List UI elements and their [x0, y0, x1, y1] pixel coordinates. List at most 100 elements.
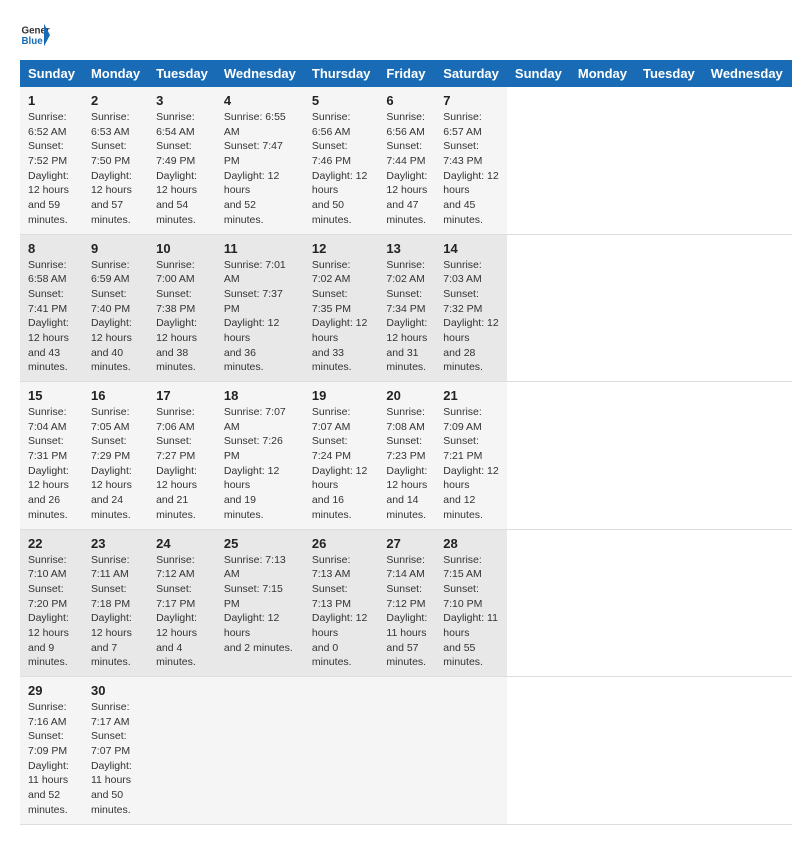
day-info: Sunrise: 7:12 AMSunset: 7:17 PMDaylight:… — [156, 553, 208, 671]
page-header: General Blue — [20, 20, 772, 50]
calendar-cell — [435, 677, 507, 825]
calendar-header-row: SundayMondayTuesdayWednesdayThursdayFrid… — [20, 60, 792, 87]
calendar-cell: 27 Sunrise: 7:14 AMSunset: 7:12 PMDayligh… — [378, 529, 435, 677]
day-number: 30 — [91, 683, 140, 698]
header-tuesday: Tuesday — [148, 60, 216, 87]
calendar-cell: 29Sunrise: 7:16 AMSunset: 7:09 PMDayligh… — [20, 677, 83, 825]
day-number: 23 — [91, 536, 140, 551]
day-info: Sunrise: 6:56 AMSunset: 7:46 PMDaylight:… — [312, 110, 371, 228]
calendar-cell: 15 Sunrise: 7:04 AMSunset: 7:31 PMDayligh… — [20, 382, 83, 530]
calendar-cell: 13 Sunrise: 7:02 AMSunset: 7:34 PMDayligh… — [378, 234, 435, 382]
calendar-cell: 24 Sunrise: 7:12 AMSunset: 7:17 PMDayligh… — [148, 529, 216, 677]
calendar-cell: 17 Sunrise: 7:06 AMSunset: 7:27 PMDayligh… — [148, 382, 216, 530]
day-number: 19 — [312, 388, 371, 403]
day-info: Sunrise: 6:56 AMSunset: 7:44 PMDaylight:… — [386, 110, 427, 228]
calendar-cell: 25 Sunrise: 7:13 AMSunset: 7:15 PMDayligh… — [216, 529, 304, 677]
day-info: Sunrise: 7:07 AMSunset: 7:26 PMDaylight:… — [224, 405, 296, 523]
calendar-cell: 8 Sunrise: 6:58 AMSunset: 7:41 PMDaylight… — [20, 234, 83, 382]
svg-text:Blue: Blue — [22, 36, 44, 47]
day-info: Sunrise: 6:55 AMSunset: 7:47 PMDaylight:… — [224, 110, 296, 228]
calendar-cell — [148, 677, 216, 825]
calendar-cell: 30 Sunrise: 7:17 AMSunset: 7:07 PMDayligh… — [83, 677, 148, 825]
day-info: Sunrise: 7:04 AMSunset: 7:31 PMDaylight:… — [28, 405, 75, 523]
header-saturday: Saturday — [435, 60, 507, 87]
day-number: 28 — [443, 536, 499, 551]
day-info: Sunrise: 6:53 AMSunset: 7:50 PMDaylight:… — [91, 110, 140, 228]
calendar-cell: 1Sunrise: 6:52 AMSunset: 7:52 PMDaylight… — [20, 87, 83, 234]
calendar-week-row: 29Sunrise: 7:16 AMSunset: 7:09 PMDayligh… — [20, 677, 792, 825]
day-number: 13 — [386, 241, 427, 256]
day-number: 10 — [156, 241, 208, 256]
day-info: Sunrise: 7:16 AMSunset: 7:09 PMDaylight:… — [28, 700, 75, 818]
day-number: 22 — [28, 536, 75, 551]
day-info: Sunrise: 6:57 AMSunset: 7:43 PMDaylight:… — [443, 110, 499, 228]
calendar-cell: 3 Sunrise: 6:54 AMSunset: 7:49 PMDaylight… — [148, 87, 216, 234]
calendar-cell: 6 Sunrise: 6:56 AMSunset: 7:44 PMDaylight… — [378, 87, 435, 234]
day-info: Sunrise: 7:13 AMSunset: 7:13 PMDaylight:… — [312, 553, 371, 671]
calendar-table: SundayMondayTuesdayWednesdayThursdayFrid… — [20, 60, 792, 825]
day-number: 2 — [91, 93, 140, 108]
calendar-cell: 19 Sunrise: 7:07 AMSunset: 7:24 PMDayligh… — [304, 382, 379, 530]
calendar-cell: 23 Sunrise: 7:11 AMSunset: 7:18 PMDayligh… — [83, 529, 148, 677]
day-info: Sunrise: 7:00 AMSunset: 7:38 PMDaylight:… — [156, 258, 208, 376]
day-info: Sunrise: 7:03 AMSunset: 7:32 PMDaylight:… — [443, 258, 499, 376]
day-info: Sunrise: 7:08 AMSunset: 7:23 PMDaylight:… — [386, 405, 427, 523]
day-info: Sunrise: 7:13 AMSunset: 7:15 PMDaylight:… — [224, 553, 296, 656]
calendar-cell: 11Sunrise: 7:01 AMSunset: 7:37 PMDayligh… — [216, 234, 304, 382]
day-info: Sunrise: 6:52 AMSunset: 7:52 PMDaylight:… — [28, 110, 75, 228]
day-info: Sunrise: 7:10 AMSunset: 7:20 PMDaylight:… — [28, 553, 75, 671]
day-info: Sunrise: 7:14 AMSunset: 7:12 PMDaylight:… — [386, 553, 427, 671]
day-info: Sunrise: 6:59 AMSunset: 7:40 PMDaylight:… — [91, 258, 140, 376]
day-number: 26 — [312, 536, 371, 551]
day-info: Sunrise: 7:09 AMSunset: 7:21 PMDaylight:… — [443, 405, 499, 523]
calendar-cell — [378, 677, 435, 825]
calendar-cell — [304, 677, 379, 825]
day-info: Sunrise: 7:11 AMSunset: 7:18 PMDaylight:… — [91, 553, 140, 671]
day-info: Sunrise: 7:15 AMSunset: 7:10 PMDaylight:… — [443, 553, 499, 671]
day-number: 6 — [386, 93, 427, 108]
calendar-cell: 2 Sunrise: 6:53 AMSunset: 7:50 PMDaylight… — [83, 87, 148, 234]
day-number: 15 — [28, 388, 75, 403]
day-number: 27 — [386, 536, 427, 551]
header-friday: Friday — [378, 60, 435, 87]
day-number: 14 — [443, 241, 499, 256]
day-number: 4 — [224, 93, 296, 108]
calendar-week-row: 22 Sunrise: 7:10 AMSunset: 7:20 PMDayligh… — [20, 529, 792, 677]
day-info: Sunrise: 6:58 AMSunset: 7:41 PMDaylight:… — [28, 258, 75, 376]
calendar-cell: 21 Sunrise: 7:09 AMSunset: 7:21 PMDayligh… — [435, 382, 507, 530]
calendar-cell: 28 Sunrise: 7:15 AMSunset: 7:10 PMDayligh… — [435, 529, 507, 677]
calendar-cell: 12 Sunrise: 7:02 AMSunset: 7:35 PMDayligh… — [304, 234, 379, 382]
day-number: 16 — [91, 388, 140, 403]
day-number: 5 — [312, 93, 371, 108]
calendar-cell: 16 Sunrise: 7:05 AMSunset: 7:29 PMDayligh… — [83, 382, 148, 530]
logo: General Blue — [20, 20, 50, 50]
calendar-cell: 22 Sunrise: 7:10 AMSunset: 7:20 PMDayligh… — [20, 529, 83, 677]
day-info: Sunrise: 7:07 AMSunset: 7:24 PMDaylight:… — [312, 405, 371, 523]
day-number: 8 — [28, 241, 75, 256]
day-info: Sunrise: 7:05 AMSunset: 7:29 PMDaylight:… — [91, 405, 140, 523]
header-monday: Monday — [83, 60, 148, 87]
weekday-header-sunday: Sunday — [507, 60, 570, 87]
calendar-cell: 4 Sunrise: 6:55 AMSunset: 7:47 PMDaylight… — [216, 87, 304, 234]
day-number: 21 — [443, 388, 499, 403]
calendar-cell: 20Sunrise: 7:08 AMSunset: 7:23 PMDayligh… — [378, 382, 435, 530]
calendar-cell: 18 Sunrise: 7:07 AMSunset: 7:26 PMDayligh… — [216, 382, 304, 530]
day-info: Sunrise: 7:06 AMSunset: 7:27 PMDaylight:… — [156, 405, 208, 523]
day-number: 3 — [156, 93, 208, 108]
day-number: 25 — [224, 536, 296, 551]
day-info: Sunrise: 6:54 AMSunset: 7:49 PMDaylight:… — [156, 110, 208, 228]
day-number: 17 — [156, 388, 208, 403]
day-info: Sunrise: 7:17 AMSunset: 7:07 PMDaylight:… — [91, 700, 140, 818]
day-number: 18 — [224, 388, 296, 403]
day-number: 12 — [312, 241, 371, 256]
day-info: Sunrise: 7:02 AMSunset: 7:35 PMDaylight:… — [312, 258, 371, 376]
calendar-cell: 5 Sunrise: 6:56 AMSunset: 7:46 PMDaylight… — [304, 87, 379, 234]
day-info: Sunrise: 7:02 AMSunset: 7:34 PMDaylight:… — [386, 258, 427, 376]
weekday-header-tuesday: Tuesday — [635, 60, 703, 87]
calendar-week-row: 1Sunrise: 6:52 AMSunset: 7:52 PMDaylight… — [20, 87, 792, 234]
day-number: 11 — [224, 241, 296, 256]
weekday-header-wednesday: Wednesday — [703, 60, 791, 87]
day-number: 24 — [156, 536, 208, 551]
header-sunday: Sunday — [20, 60, 83, 87]
header-thursday: Thursday — [304, 60, 379, 87]
